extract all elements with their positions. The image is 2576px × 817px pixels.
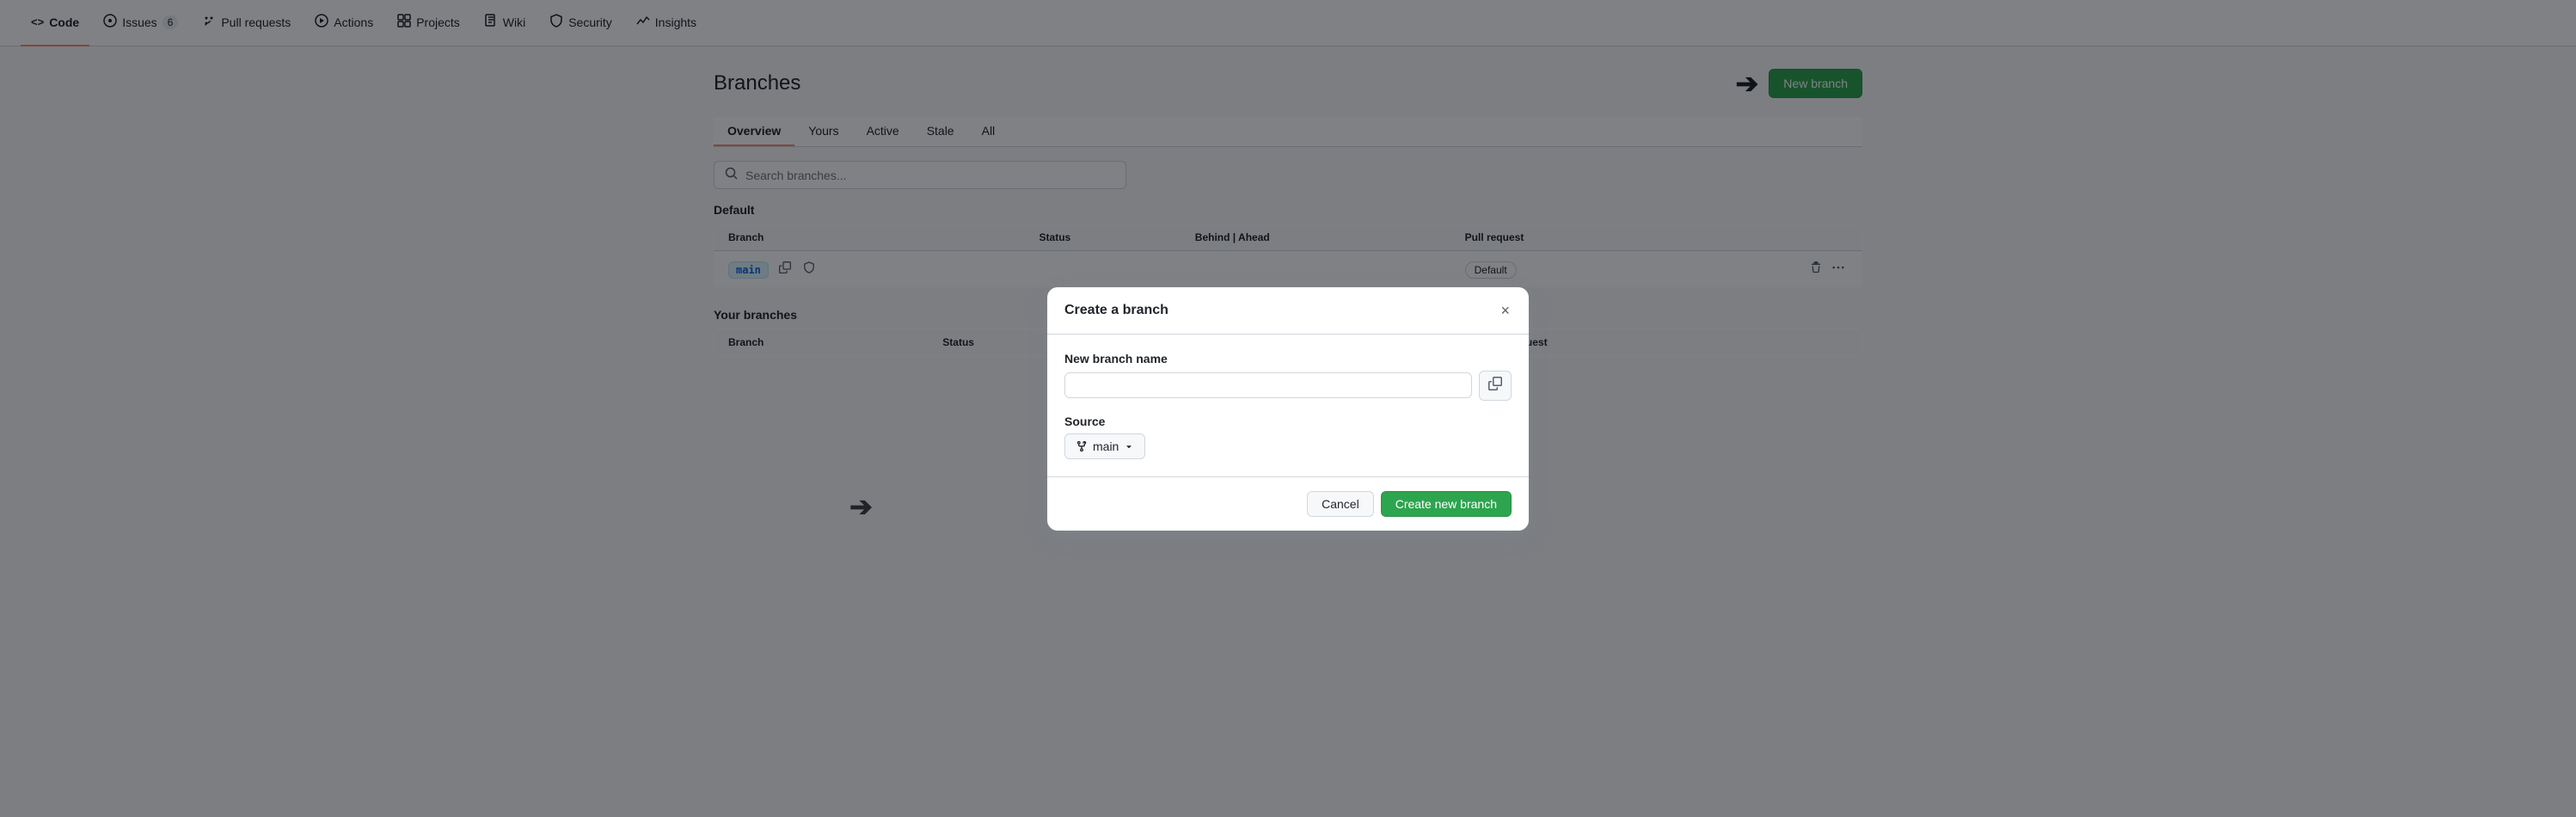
branch-name-label: New branch name [1064, 352, 1512, 366]
modal-close-button[interactable]: × [1499, 301, 1512, 320]
create-branch-modal: Create a branch × New branch name Source… [1047, 287, 1529, 531]
modal-title: Create a branch [1064, 303, 1168, 318]
source-value: main [1093, 439, 1119, 453]
modal-arrow-icon: ➔ [849, 490, 873, 523]
cancel-button[interactable]: Cancel [1307, 491, 1374, 517]
branch-name-input[interactable] [1064, 372, 1472, 398]
modal-overlay: ➔ Create a branch × New branch name Sour… [0, 0, 2576, 817]
modal-footer: Cancel Create new branch [1047, 476, 1529, 531]
modal-body: New branch name Source main [1047, 335, 1529, 476]
copy-branch-name-button[interactable] [1479, 371, 1512, 401]
create-new-branch-button[interactable]: Create new branch [1381, 491, 1512, 517]
source-label: Source [1064, 415, 1512, 428]
source-select-button[interactable]: main [1064, 433, 1145, 459]
modal-header: Create a branch × [1047, 287, 1529, 335]
branch-name-input-row [1064, 371, 1512, 401]
